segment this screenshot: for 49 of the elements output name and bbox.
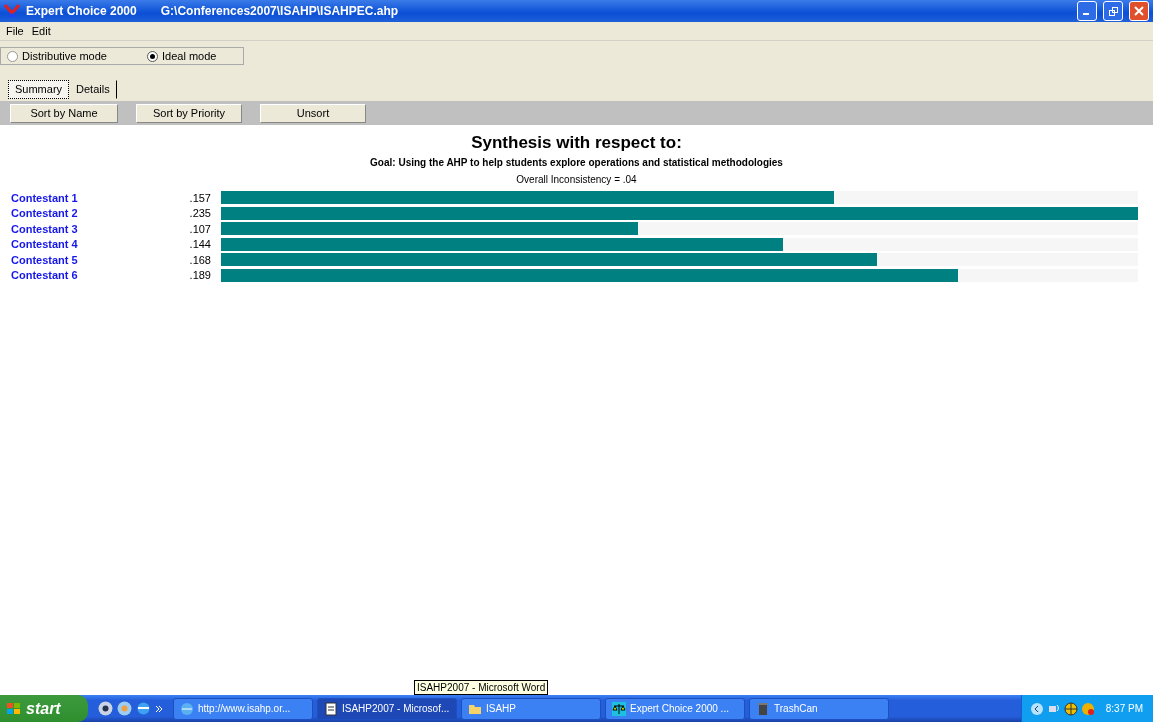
sort-button[interactable]: Sort by Priority: [136, 103, 242, 123]
windows-flag-icon: [6, 701, 22, 716]
minimize-button[interactable]: [1077, 1, 1097, 21]
clock: 8:37 PM: [1105, 703, 1143, 714]
start-button[interactable]: start: [0, 695, 88, 722]
alternative-name: Contestant 5: [10, 253, 79, 266]
alternative-name: Contestant 4: [10, 238, 79, 251]
browser-icon[interactable]: [136, 701, 151, 716]
priority-value: .144: [188, 238, 211, 251]
menu-item[interactable]: File: [6, 25, 24, 37]
priority-value: .168: [188, 253, 211, 266]
sort-button[interactable]: Unsort: [260, 103, 366, 123]
restore-icon: [1108, 6, 1118, 16]
chevron-icon[interactable]: [155, 704, 163, 713]
taskbar-button[interactable]: http://www.isahp.or...: [173, 697, 313, 720]
window-title: Expert Choice 2000: [26, 4, 137, 18]
chevron-icon[interactable]: [1029, 701, 1044, 716]
taskbar-button[interactable]: Expert Choice 2000 ...: [605, 697, 745, 720]
close-icon: [1134, 6, 1144, 16]
alternative-name: Contestant 6: [10, 269, 79, 282]
radio-button[interactable]: [7, 50, 18, 62]
restore-button[interactable]: [1103, 1, 1123, 21]
menu-item[interactable]: Edit: [31, 25, 51, 37]
tooltip: ISAHP2007 - Microsoft Word: [414, 680, 549, 695]
taskbar-button[interactable]: TrashCan: [749, 697, 889, 720]
close-button[interactable]: [1129, 1, 1149, 21]
trash-icon: [756, 701, 770, 716]
radio-label[interactable]: Ideal mode: [162, 50, 217, 62]
priority-value: .235: [188, 207, 211, 220]
tab[interactable]: Summary: [8, 80, 70, 99]
taskbar-button[interactable]: ISAHP: [461, 697, 601, 720]
radio-button[interactable]: [147, 50, 158, 62]
goal-text: Goal: Using the AHP to help students explore operations and statistical methodologies: [370, 157, 783, 168]
app-logo-icon: [4, 4, 20, 18]
alternative-name: Contestant 2: [10, 207, 79, 220]
priority-value: .189: [188, 269, 211, 282]
alternative-name: Contestant 3: [10, 222, 79, 235]
file-path: G:\Conferences2007\ISAHP\ISAHPEC.ahp: [160, 4, 399, 18]
sort-button[interactable]: Sort by Name: [10, 103, 118, 123]
document-icon: [324, 701, 338, 716]
browser-icon: [180, 701, 194, 716]
alternative-name: Contestant 1: [10, 191, 79, 204]
inconsistency-text: Overall Inconsistency = .04: [516, 174, 637, 185]
scales-icon: [612, 701, 626, 716]
priority-value: .157: [188, 191, 211, 204]
synthesis-heading: Synthesis with respect to:: [471, 133, 682, 153]
priority-value: .107: [188, 222, 211, 235]
taskbar-button[interactable]: ISAHP2007 - Microsof...: [317, 697, 457, 720]
radio-label[interactable]: Distributive mode: [22, 50, 107, 62]
